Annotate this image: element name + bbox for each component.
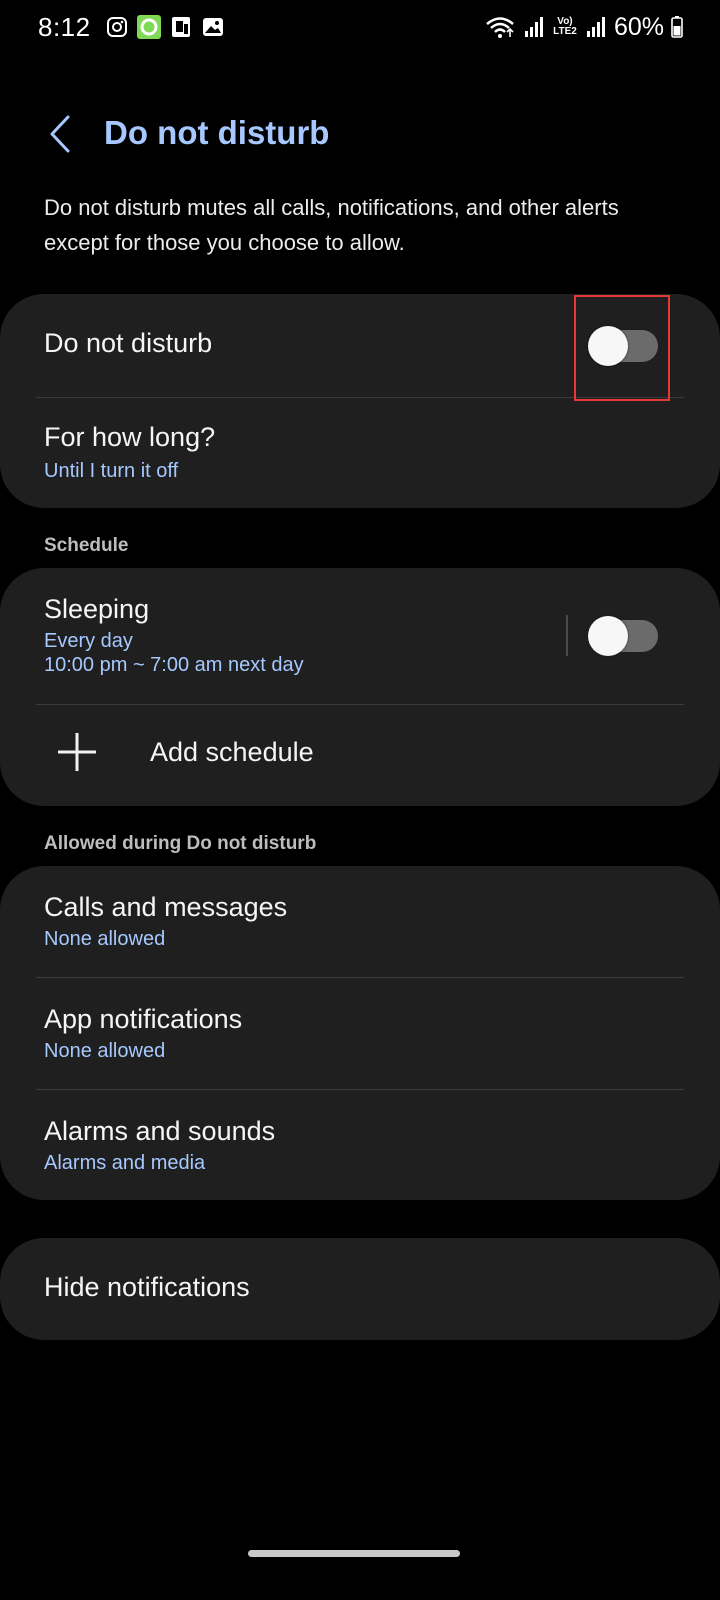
sleeping-time: 10:00 pm ~ 7:00 am next day xyxy=(44,654,304,676)
app-notifications-sub: None allowed xyxy=(44,1040,166,1062)
hide-notifications-card[interactable]: Hide notifications xyxy=(0,1238,720,1340)
add-schedule-row[interactable]: Add schedule xyxy=(0,705,720,806)
home-indicator[interactable] xyxy=(248,1550,460,1557)
hide-notifications-label: Hide notifications xyxy=(44,1272,250,1302)
signal-icon xyxy=(584,15,608,39)
vertical-separator xyxy=(566,615,568,656)
switch-knob xyxy=(588,326,628,366)
allowed-section-label: Allowed during Do not disturb xyxy=(44,833,317,854)
battery-icon xyxy=(670,15,684,39)
back-button[interactable] xyxy=(36,110,84,158)
gallery-icon xyxy=(201,15,225,39)
screen: 8:12 Vo) LTE2 60% Do not disturb Do not … xyxy=(0,0,720,1600)
sleeping-title: Sleeping xyxy=(44,594,150,624)
allowed-card: Calls and messages None allowed App noti… xyxy=(0,866,720,1200)
dnd-card: Do not disturb For how long? Until I tur… xyxy=(0,294,720,508)
duration-row[interactable]: For how long? Until I turn it off xyxy=(0,398,720,508)
alarms-sounds-row[interactable]: Alarms and sounds Alarms and media xyxy=(0,1090,720,1200)
dnd-switch[interactable] xyxy=(588,326,658,366)
sleeping-switch[interactable] xyxy=(588,616,658,656)
chevron-left-icon xyxy=(50,115,70,153)
notification-icons xyxy=(105,15,225,39)
plus-icon xyxy=(58,733,96,771)
schedule-card: Sleeping Every day 10:00 pm ~ 7:00 am ne… xyxy=(0,568,720,806)
wifi-icon xyxy=(484,15,516,39)
calls-messages-sub: None allowed xyxy=(44,928,166,950)
add-schedule-label: Add schedule xyxy=(150,737,314,767)
network-label: Vo) LTE2 xyxy=(553,16,577,37)
app-bar: Do not disturb xyxy=(0,100,720,170)
dnd-label: Do not disturb xyxy=(44,328,213,358)
alarms-sounds-title: Alarms and sounds xyxy=(44,1116,276,1146)
schedule-section-label: Schedule xyxy=(44,535,129,556)
dnd-toggle-row[interactable]: Do not disturb xyxy=(0,294,720,397)
page-title: Do not disturb xyxy=(104,114,330,151)
sleeping-days: Every day xyxy=(44,630,133,652)
calls-messages-title: Calls and messages xyxy=(44,892,288,922)
calls-messages-row[interactable]: Calls and messages None allowed xyxy=(0,866,720,977)
alarms-sounds-sub: Alarms and media xyxy=(44,1152,206,1174)
duration-value: Until I turn it off xyxy=(44,460,179,482)
signal-icon xyxy=(522,15,546,39)
app-notifications-row[interactable]: App notifications None allowed xyxy=(0,978,720,1089)
page-description: Do not disturb mutes all calls, notifica… xyxy=(44,195,619,255)
status-bar: 8:12 Vo) LTE2 60% xyxy=(0,0,720,54)
status-time: 8:12 xyxy=(38,11,91,42)
app-notifications-title: App notifications xyxy=(44,1004,243,1034)
status-indicators: Vo) LTE2 60% xyxy=(484,13,684,42)
duration-title: For how long? xyxy=(44,422,216,452)
messaging-icon xyxy=(136,15,161,39)
battery-percent: 60% xyxy=(613,12,664,41)
switch-knob xyxy=(588,616,628,656)
instagram-icon xyxy=(105,15,129,39)
phone-sync-icon xyxy=(169,15,193,39)
